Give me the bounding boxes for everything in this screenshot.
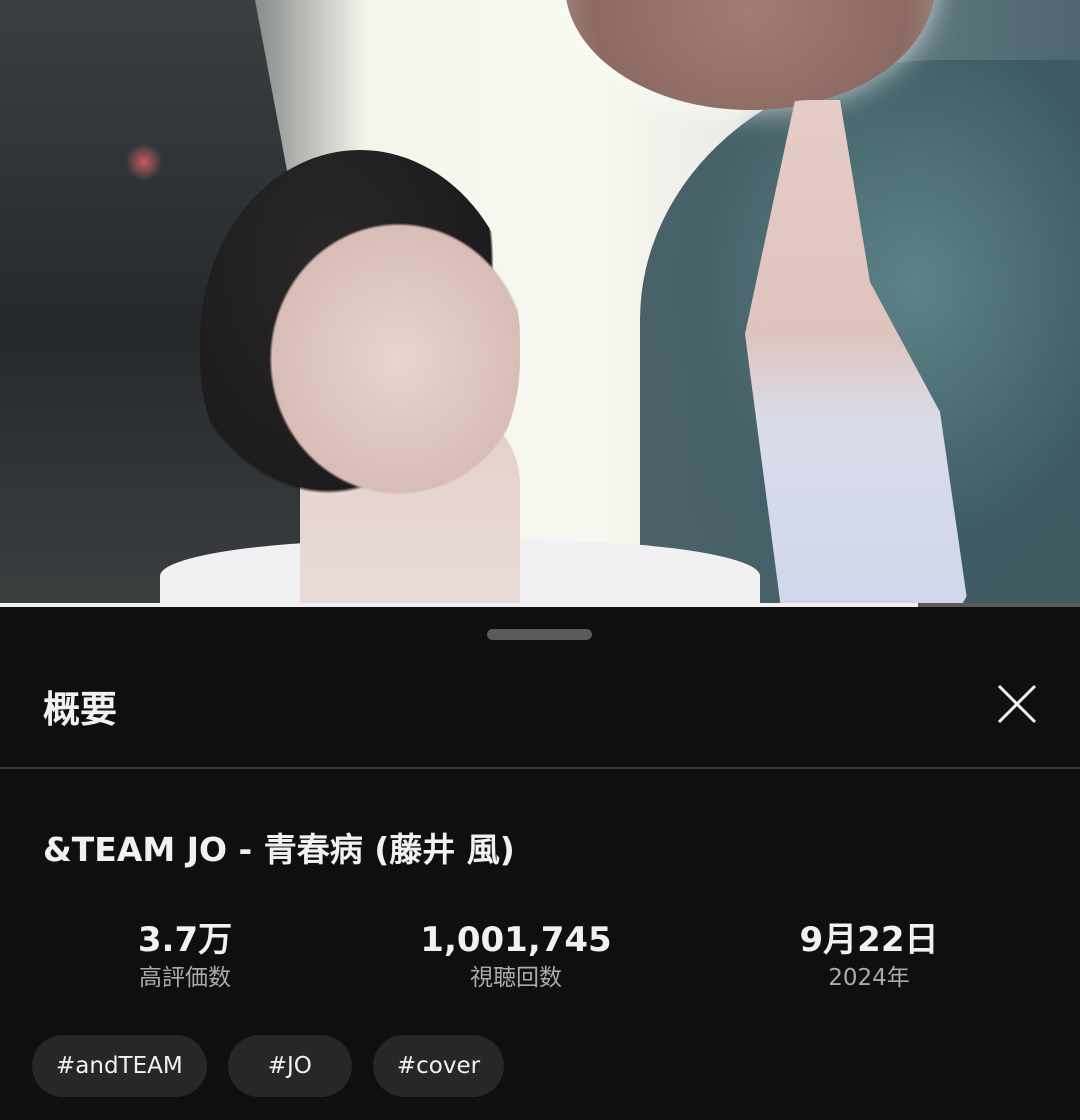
person-head [200,150,520,530]
likes-count: 3.7万 [137,920,233,960]
likes-label: 高評価数 [139,965,231,991]
upload-year: 2024年 [828,965,910,991]
hashtag-chip[interactable]: #andTEAM [32,1035,207,1097]
close-icon [997,684,1037,724]
video-title: &TEAM JO - 青春病 (藤井 風) [43,830,515,869]
views-stat: 1,001,745 視聴回数 [366,919,666,995]
background-light [125,143,163,181]
hashtag-list: #andTEAM #JO #cover [32,1035,505,1097]
hashtag-chip[interactable]: #cover [372,1035,505,1097]
sheet-title: 概要 [43,688,117,731]
views-label: 視聴回数 [470,965,562,991]
video-stats: 3.7万 高評価数 1,001,745 視聴回数 9月22日 2024年 [0,919,1080,999]
description-sheet: 概要 &TEAM JO - 青春病 (藤井 風) 3.7万 高評価数 1,001… [0,607,1080,1120]
upload-date: 9月22日 [799,920,939,960]
date-stat: 9月22日 2024年 [719,919,1019,995]
sheet-divider [0,767,1080,769]
close-button[interactable] [990,677,1044,731]
hashtag-chip[interactable]: #JO [227,1035,352,1097]
likes-stat: 3.7万 高評価数 [35,919,335,995]
sheet-drag-handle[interactable] [487,629,592,640]
views-count: 1,001,745 [420,920,612,960]
video-player[interactable] [0,0,1080,604]
